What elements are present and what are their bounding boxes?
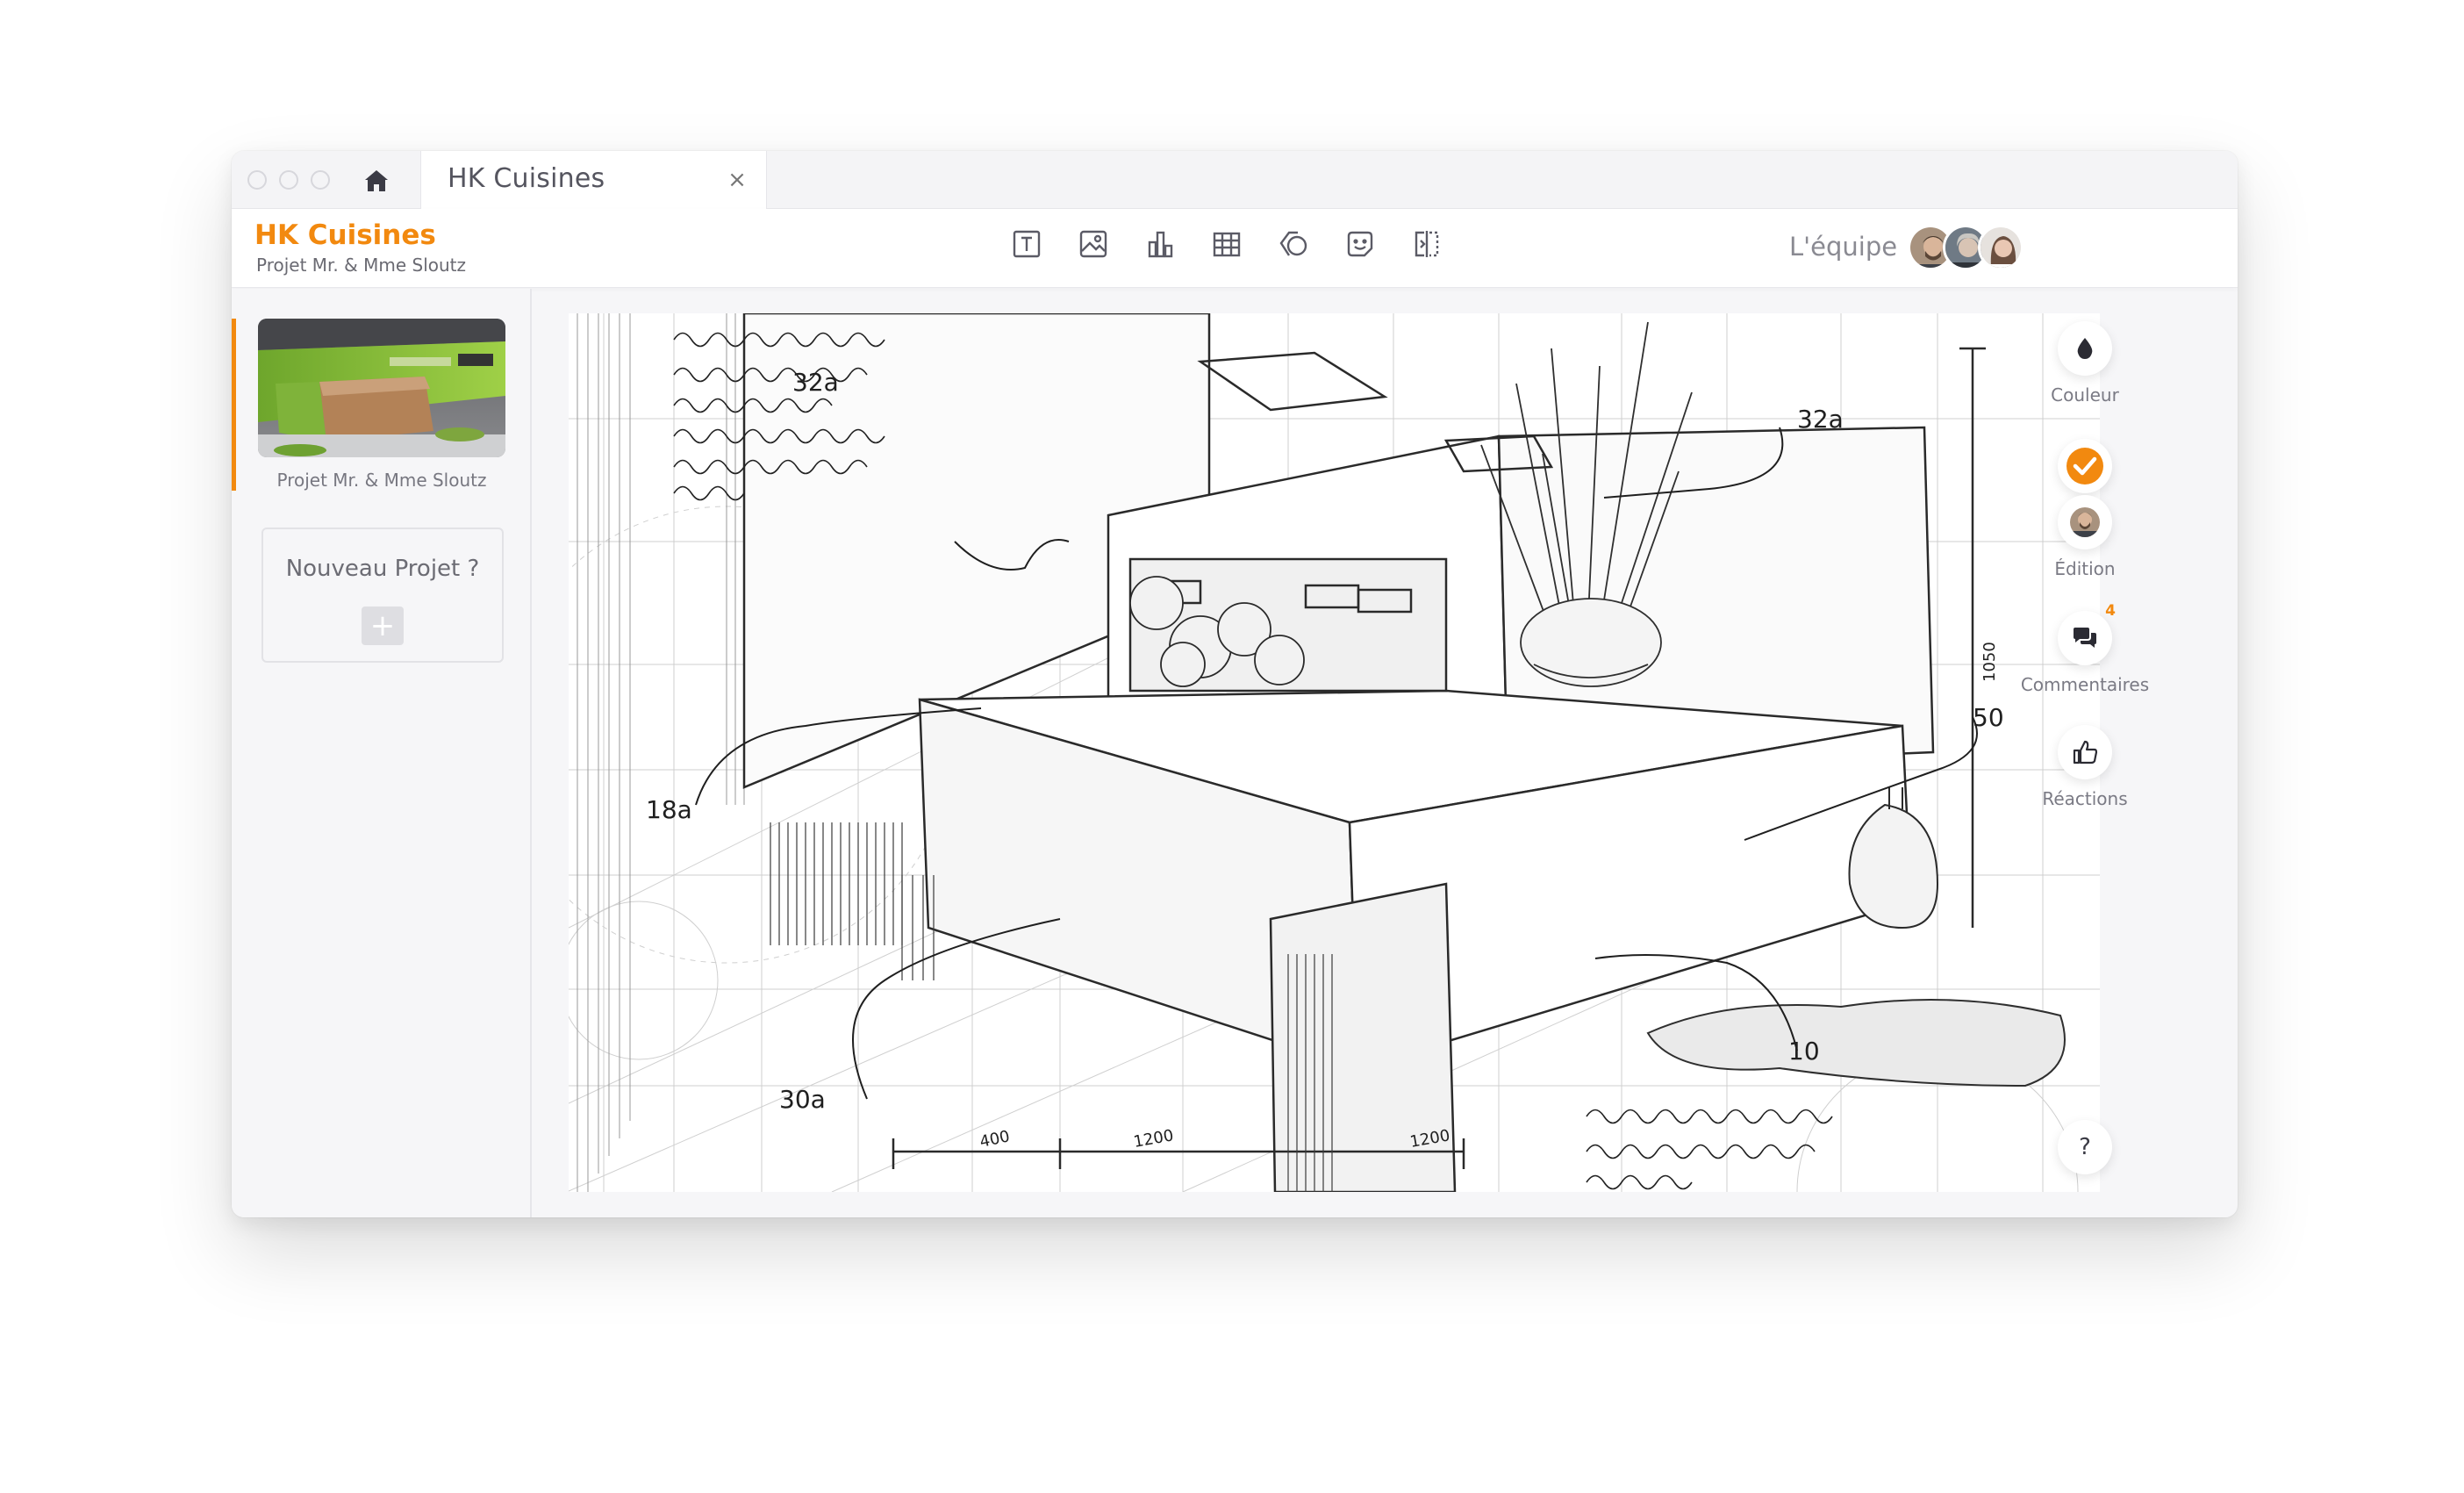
edit-label: Édition	[2054, 558, 2116, 579]
help-tool[interactable]: ?	[2015, 1120, 2155, 1174]
toolbar: HK Cuisines Projet Mr. & Mme Sloutz L'éq…	[232, 209, 2238, 288]
project-brand-title: HK Cuisines	[254, 219, 436, 251]
reactions-button[interactable]	[2058, 725, 2112, 779]
text-tool-icon[interactable]	[1011, 228, 1042, 260]
annotation-label: 32a	[792, 368, 839, 397]
active-project-indicator	[232, 319, 236, 491]
check-icon	[2066, 448, 2103, 485]
close-icon[interactable]: ×	[726, 167, 749, 193]
tab-bar: HK Cuisines ×	[232, 151, 2238, 210]
editor-avatar[interactable]	[2058, 495, 2112, 549]
image-tool-icon[interactable]	[1078, 228, 1109, 260]
reactions-label: Réactions	[2042, 788, 2128, 809]
reactions-tool[interactable]: Réactions	[2015, 725, 2155, 809]
annotation-label: 18a	[646, 795, 692, 824]
edit-tool[interactable]: Édition	[2015, 439, 2155, 579]
drop-icon	[2077, 338, 2093, 359]
color-label: Couleur	[2051, 384, 2119, 406]
color-button[interactable]	[2058, 321, 2112, 376]
color-tool[interactable]: Couleur	[2015, 321, 2155, 406]
sticker-tool-icon[interactable]	[1344, 228, 1376, 260]
sketch-canvas[interactable]: 32a 32a 18a 30a 10 50 400 1200 1200 1050	[569, 313, 2100, 1192]
project-brand-subtitle: Projet Mr. & Mme Sloutz	[256, 255, 467, 276]
comments-label: Commentaires	[2020, 674, 2150, 695]
annotation-label: 50	[1973, 703, 2004, 732]
window-maximize-dot[interactable]	[311, 170, 330, 190]
projects-sidebar: Projet Mr. & Mme Sloutz Nouveau Projet ?…	[232, 289, 532, 1217]
edit-status-button[interactable]	[2058, 439, 2112, 493]
home-icon[interactable]	[362, 166, 391, 196]
tab-title: HK Cuisines	[448, 163, 605, 194]
window-close-dot[interactable]	[247, 170, 267, 190]
tab-hk-cuisines[interactable]: HK Cuisines ×	[420, 151, 767, 210]
help-icon: ?	[2079, 1134, 2091, 1160]
table-tool-icon[interactable]	[1211, 228, 1243, 260]
insert-tools	[1011, 228, 1443, 260]
help-button[interactable]: ?	[2058, 1120, 2112, 1174]
new-project-card[interactable]: Nouveau Projet ? +	[261, 528, 504, 663]
annotation-label: 30a	[779, 1085, 826, 1114]
window-minimize-dot[interactable]	[279, 170, 298, 190]
chart-tool-icon[interactable]	[1144, 228, 1176, 260]
compare-tool-icon[interactable]	[1411, 228, 1443, 260]
thumbs-up-icon	[2073, 740, 2098, 764]
project-label: Projet Mr. & Mme Sloutz	[276, 470, 487, 491]
app-window: HK Cuisines × HK Cuisines Projet Mr. & M…	[232, 151, 2238, 1217]
comments-button[interactable]: 4	[2058, 602, 2116, 665]
add-project-button[interactable]: +	[362, 607, 404, 645]
avatar[interactable]	[1978, 225, 2023, 270]
comments-count-badge: 4	[2105, 602, 2116, 620]
avatar	[2070, 507, 2100, 537]
dimension-label: 1050	[1981, 642, 1999, 682]
shape-tool-icon[interactable]	[1278, 228, 1309, 260]
comments-tool[interactable]: 4 Commentaires	[2015, 602, 2155, 695]
new-project-label: Nouveau Projet ?	[285, 556, 480, 582]
annotation-label: 32a	[1797, 405, 1844, 434]
team-label: L'équipe	[1789, 232, 1898, 262]
comments-icon	[2074, 628, 2096, 648]
annotation-label: 10	[1788, 1037, 1820, 1066]
project-thumbnail[interactable]	[258, 319, 505, 457]
kitchen-sketch-image: 32a 32a 18a 30a 10 50 400 1200 1200 1050	[569, 313, 2100, 1192]
